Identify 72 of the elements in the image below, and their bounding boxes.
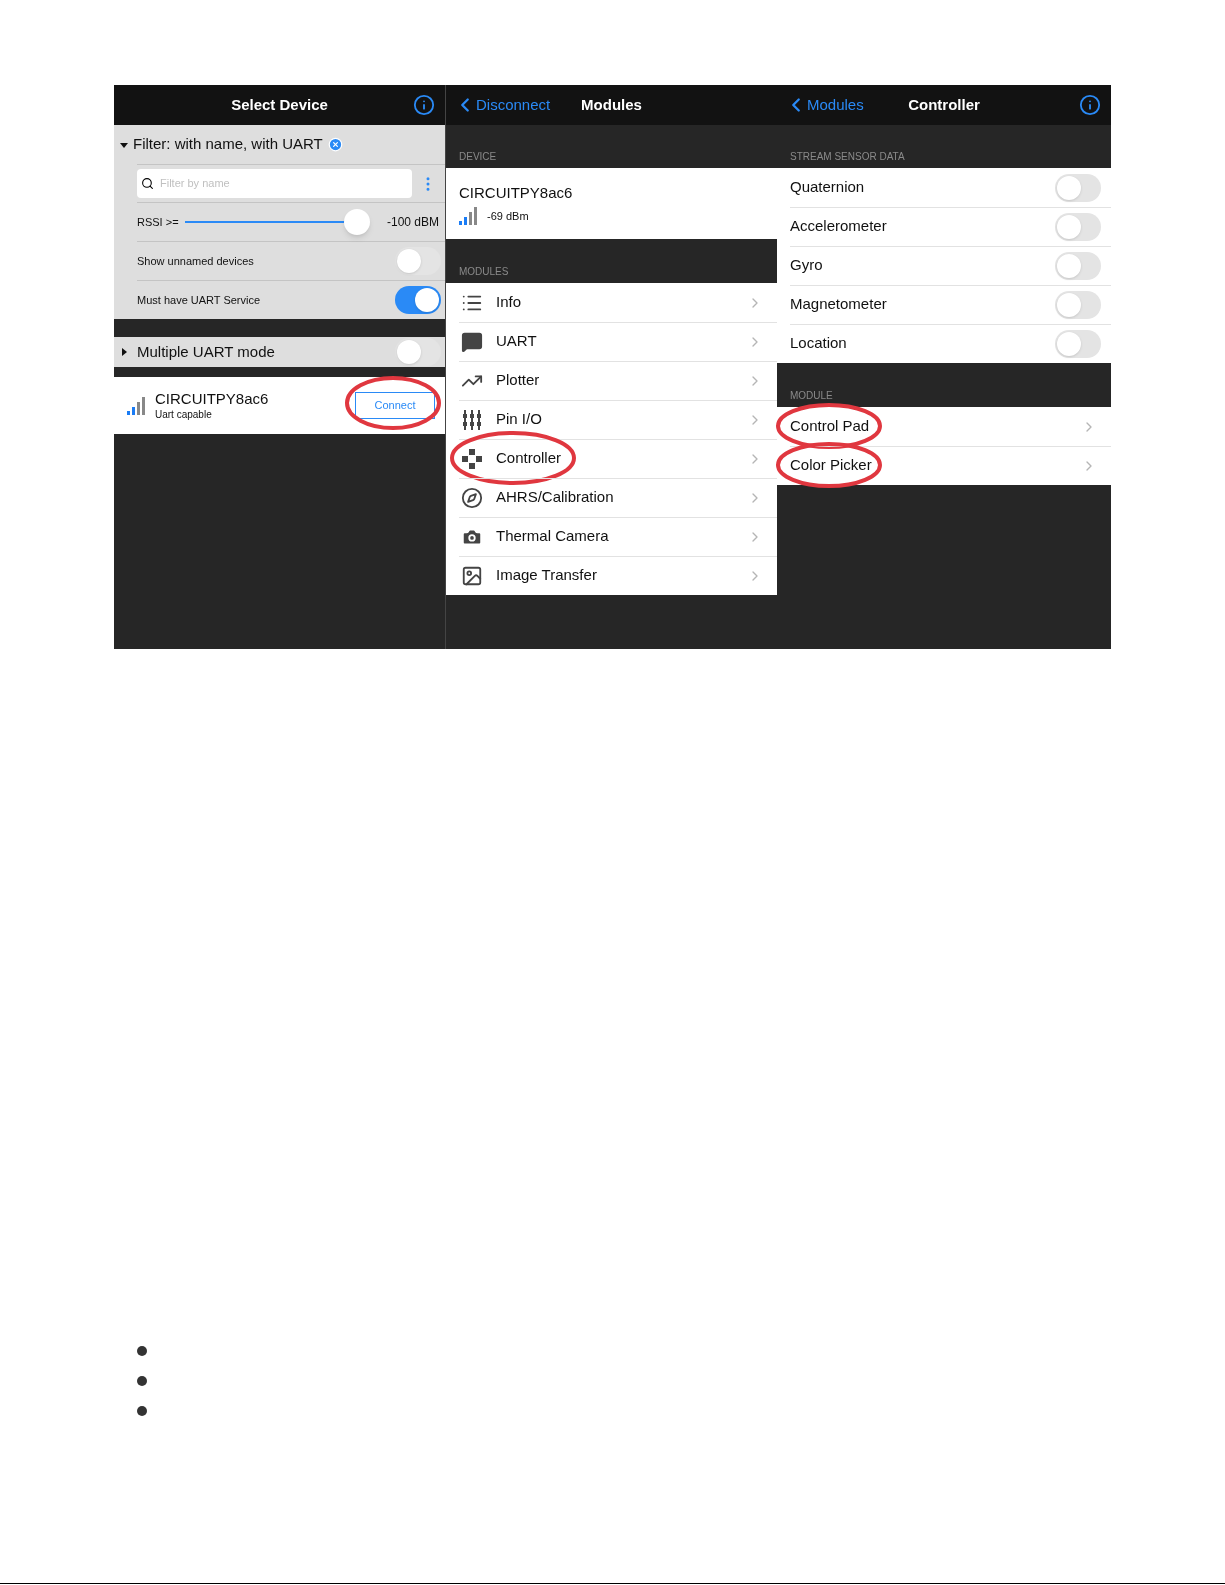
- connector-icon: [461, 408, 483, 431]
- module-label: AHRS/Calibration: [496, 487, 614, 508]
- connect-button[interactable]: Connect: [355, 392, 435, 419]
- sensor-label: Magnetometer: [790, 294, 888, 315]
- device-subtitle: Uart capable: [155, 408, 213, 422]
- sensor-label: Gyro: [790, 255, 824, 276]
- info-icon[interactable]: [413, 94, 435, 116]
- module-label: Thermal Camera: [496, 526, 609, 547]
- toggle-switch[interactable]: [1055, 290, 1101, 319]
- module-label: Control Pad: [790, 416, 870, 437]
- rssi-reading: -69 dBm: [487, 208, 529, 224]
- section-header: MODULES: [459, 265, 509, 279]
- module-label: Image Transfer: [496, 565, 597, 586]
- toggle-switch[interactable]: [1055, 212, 1101, 241]
- sensor-label: Accelerometer: [790, 216, 888, 237]
- section-header: MODULE: [790, 389, 833, 403]
- module-label: Plotter: [496, 370, 540, 391]
- search-icon: [141, 177, 154, 190]
- sensor-label: Location: [790, 333, 848, 354]
- chat-icon: [461, 330, 483, 353]
- toggle-switch[interactable]: [1055, 251, 1101, 280]
- module-item[interactable]: Control Pad: [777, 407, 1111, 446]
- module-label: Info: [496, 292, 522, 313]
- module-label: UART: [496, 331, 537, 352]
- device-row[interactable]: CIRCUITPY8ac6 Uart capable Connect: [114, 377, 445, 434]
- module-item[interactable]: Color Picker: [777, 446, 1111, 485]
- disclosure-icon[interactable]: [120, 140, 128, 149]
- bullet-icon: [137, 1406, 147, 1416]
- toggle-switch[interactable]: [1055, 329, 1101, 358]
- compass-icon: [461, 486, 483, 509]
- filter-label[interactable]: Filter: with name, with UART: [133, 133, 323, 156]
- module-label: Controller: [496, 448, 562, 469]
- module-label: Color Picker: [790, 455, 872, 476]
- disclosure-icon[interactable]: [120, 348, 128, 356]
- module-item[interactable]: Image Transfer: [446, 556, 777, 595]
- section-header: DEVICE: [459, 150, 497, 164]
- rssi-reading: -100 dBM: [386, 214, 439, 231]
- back-button[interactable]: Modules: [785, 93, 864, 117]
- search-field[interactable]: Filter by name: [137, 169, 412, 198]
- module-item[interactable]: Plotter: [446, 361, 777, 400]
- bullet-icon: [137, 1346, 147, 1356]
- nav-title: Select Device: [231, 94, 328, 115]
- module-item[interactable]: AHRS/Calibration: [446, 478, 777, 517]
- sensor-label: Quaternion: [790, 177, 866, 198]
- rssi-label: RSSI >=: [137, 214, 179, 230]
- module-item[interactable]: Info: [446, 283, 777, 322]
- gamepad-icon: [461, 447, 483, 470]
- module-label: Pin I/O: [496, 409, 542, 430]
- toggle-switch[interactable]: [395, 338, 441, 366]
- module-item[interactable]: UART: [446, 322, 777, 361]
- toggle-label: Show unnamed devices: [137, 253, 255, 269]
- bullet-icon: [137, 1376, 147, 1386]
- device-name: CIRCUITPY8ac6: [459, 183, 574, 204]
- info-icon[interactable]: [1079, 94, 1101, 116]
- clear-icon[interactable]: [327, 137, 343, 152]
- module-item[interactable]: Pin I/O: [446, 400, 777, 439]
- image-icon: [461, 564, 483, 587]
- nav-title: Controller: [908, 94, 980, 115]
- toggle-label: Must have UART Service: [137, 292, 262, 308]
- back-button[interactable]: Disconnect: [454, 93, 551, 117]
- module-item[interactable]: Controller: [446, 439, 777, 478]
- nav-title: Modules: [581, 94, 642, 115]
- signal-icon: [459, 206, 479, 225]
- device-name: CIRCUITPY8ac6: [155, 389, 270, 409]
- section-header: STREAM SENSOR DATA: [790, 150, 905, 164]
- search-input: Filter by name: [160, 175, 408, 192]
- module-item[interactable]: Thermal Camera: [446, 517, 777, 556]
- signal-icon: [127, 396, 147, 415]
- mode-label: Multiple UART mode: [137, 341, 276, 362]
- toggle-switch[interactable]: [1055, 173, 1101, 202]
- toggle-switch[interactable]: [395, 247, 441, 275]
- toggle-switch[interactable]: [395, 286, 441, 314]
